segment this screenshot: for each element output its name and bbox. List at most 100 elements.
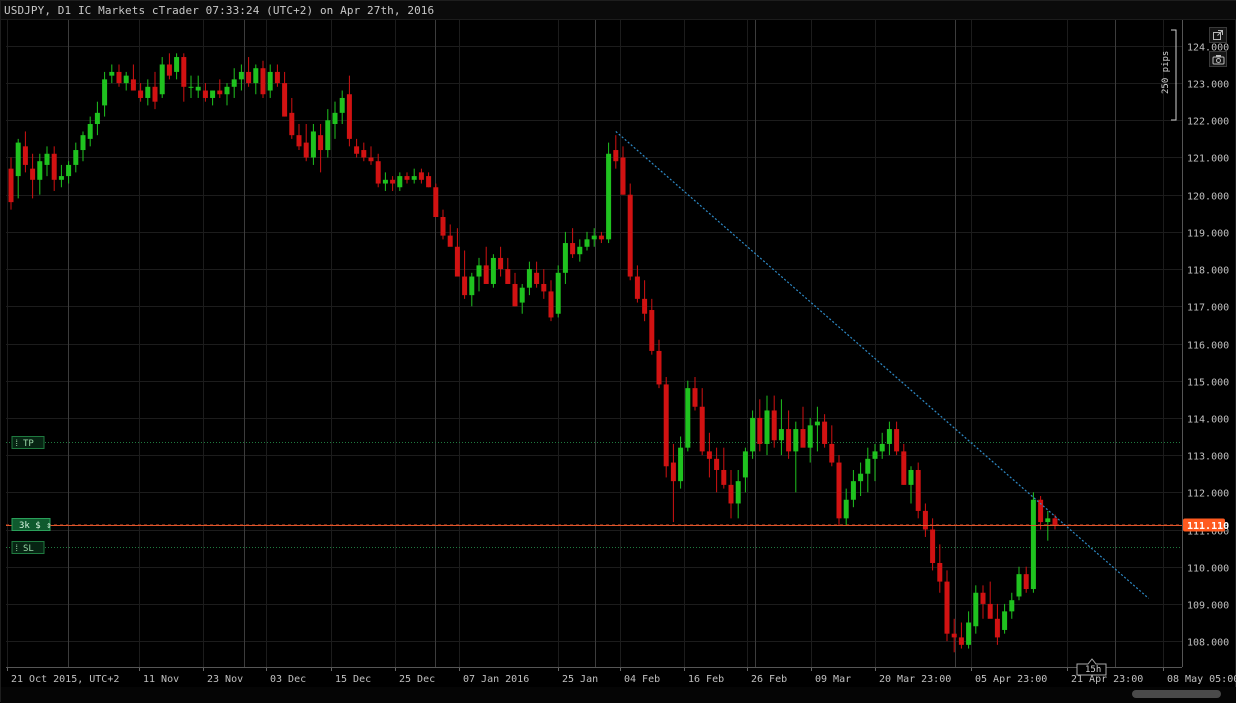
candle-body-bear[interactable] (656, 350, 662, 385)
candle-body-bull[interactable] (908, 469, 914, 485)
candle-body-bull[interactable] (476, 265, 482, 277)
candle-body-bull[interactable] (469, 276, 475, 296)
candle-body-bear[interactable] (346, 94, 352, 139)
candle-body-bear[interactable] (721, 469, 727, 485)
candle-body-bear[interactable] (728, 484, 734, 504)
candle-body-bull[interactable] (339, 97, 345, 113)
candle-body-bear[interactable] (663, 384, 669, 467)
candle-body-bear[interactable] (318, 135, 324, 151)
candle-body-bull[interactable] (87, 124, 93, 139)
candle-body-bear[interactable] (138, 90, 144, 98)
candle-body-bear[interactable] (447, 235, 453, 247)
candle-body-bear[interactable] (800, 429, 806, 448)
candle-body-bull[interactable] (109, 71, 115, 76)
candle-body-bull[interactable] (778, 429, 784, 441)
candle-body-bull[interactable] (562, 243, 568, 273)
candle-body-bull[interactable] (858, 473, 864, 482)
candle-body-bull[interactable] (224, 86, 230, 95)
candle-body-bear[interactable] (130, 79, 136, 91)
candle-body-bear[interactable] (354, 146, 360, 154)
candle-body-bull[interactable] (591, 235, 597, 240)
candle-body-bear[interactable] (642, 298, 648, 314)
candle-body-bear[interactable] (613, 150, 619, 162)
candle-body-bull[interactable] (584, 239, 590, 247)
detach-chart-button[interactable] (1209, 27, 1227, 43)
candle-body-bull[interactable] (1002, 611, 1008, 630)
candle-body-bull[interactable] (886, 429, 892, 444)
candle-body-bear[interactable] (699, 406, 705, 452)
candle-body-bull[interactable] (814, 421, 820, 426)
candle-body-bear[interactable] (282, 83, 288, 117)
candle-body-bear[interactable] (822, 421, 828, 444)
candle-body-bear[interactable] (1023, 574, 1029, 590)
candle-body-bull[interactable] (195, 86, 201, 91)
candle-body-bull[interactable] (210, 90, 216, 98)
candle-body-bull[interactable] (973, 592, 979, 627)
candle-body-bull[interactable] (382, 179, 388, 184)
candle-body-bear[interactable] (296, 135, 302, 147)
candle-body-bull[interactable] (174, 57, 180, 72)
candle-body-bull[interactable] (231, 79, 237, 87)
candle-body-bear[interactable] (894, 429, 900, 452)
candle-body-bear[interactable] (980, 592, 986, 604)
candle-body-bear[interactable] (951, 633, 957, 638)
candle-body-bear[interactable] (757, 417, 763, 444)
candle-body-bear[interactable] (598, 235, 604, 240)
candle-body-bull[interactable] (1016, 574, 1022, 597)
candle-body-bull[interactable] (80, 135, 86, 151)
candle-body-bear[interactable] (440, 217, 446, 236)
candle-body-bear[interactable] (246, 71, 252, 84)
candle-body-bear[interactable] (498, 257, 504, 270)
candle-body-bear[interactable] (361, 150, 367, 158)
candle-body-bull[interactable] (879, 443, 885, 452)
price-chart[interactable]: 124.000123.000122.000121.000120.000119.0… (1, 20, 1236, 687)
candle-body-bull[interactable] (865, 458, 871, 474)
candle-body-bull[interactable] (37, 161, 43, 180)
candle-body-bull[interactable] (73, 150, 79, 165)
candle-body-bear[interactable] (303, 142, 309, 158)
candle-body-bear[interactable] (483, 265, 489, 284)
candle-body-bear[interactable] (987, 603, 993, 619)
candle-body-bull[interactable] (606, 153, 612, 240)
candle-body-bull[interactable] (685, 388, 691, 448)
candle-body-bear[interactable] (274, 71, 280, 84)
candle-body-bull[interactable] (188, 86, 194, 88)
candle-body-bear[interactable] (692, 388, 698, 407)
candle-body-bull[interactable] (15, 142, 21, 177)
candle-body-bull[interactable] (807, 425, 813, 448)
candle-body-bear[interactable] (404, 176, 410, 180)
candle-body-bear[interactable] (937, 562, 943, 582)
screenshot-button[interactable] (1209, 51, 1227, 67)
candle-body-bull[interactable] (872, 451, 878, 459)
trend-line[interactable] (615, 130, 1149, 599)
candle-body-bear[interactable] (1052, 518, 1058, 526)
candle-body-bear[interactable] (915, 469, 921, 511)
candle-body-bear[interactable] (289, 112, 295, 136)
candle-body-bull[interactable] (850, 481, 856, 500)
candle-body-bull[interactable] (267, 71, 273, 91)
candle-body-bear[interactable] (368, 157, 374, 162)
candle-body-bull[interactable] (94, 112, 100, 125)
candle-body-bull[interactable] (577, 246, 583, 255)
candle-body-bear[interactable] (433, 187, 439, 218)
candle-body-bear[interactable] (958, 637, 964, 645)
candle-body-bear[interactable] (714, 458, 720, 470)
candle-body-bull[interactable] (678, 447, 684, 482)
candle-body-bear[interactable] (570, 243, 576, 255)
candle-body-bull[interactable] (526, 269, 532, 288)
candle-body-bear[interactable] (670, 462, 676, 482)
candle-body-bear[interactable] (829, 443, 835, 463)
candle-body-bear[interactable] (771, 410, 777, 441)
candle-body-bull[interactable] (843, 499, 849, 519)
candle-body-bear[interactable] (8, 168, 14, 203)
candle-body-bull[interactable] (253, 68, 259, 84)
candle-body-bear[interactable] (541, 283, 547, 292)
horizontal-scrollbar-thumb[interactable] (1132, 690, 1221, 698)
candle-body-bear[interactable] (706, 451, 712, 459)
candle-body-bull[interactable] (44, 153, 50, 165)
candle-body-bull[interactable] (519, 287, 525, 303)
candle-body-bull[interactable] (555, 272, 561, 314)
candle-body-bull[interactable] (764, 410, 770, 444)
candle-body-bear[interactable] (627, 194, 633, 277)
candle-body-bull[interactable] (310, 131, 316, 158)
